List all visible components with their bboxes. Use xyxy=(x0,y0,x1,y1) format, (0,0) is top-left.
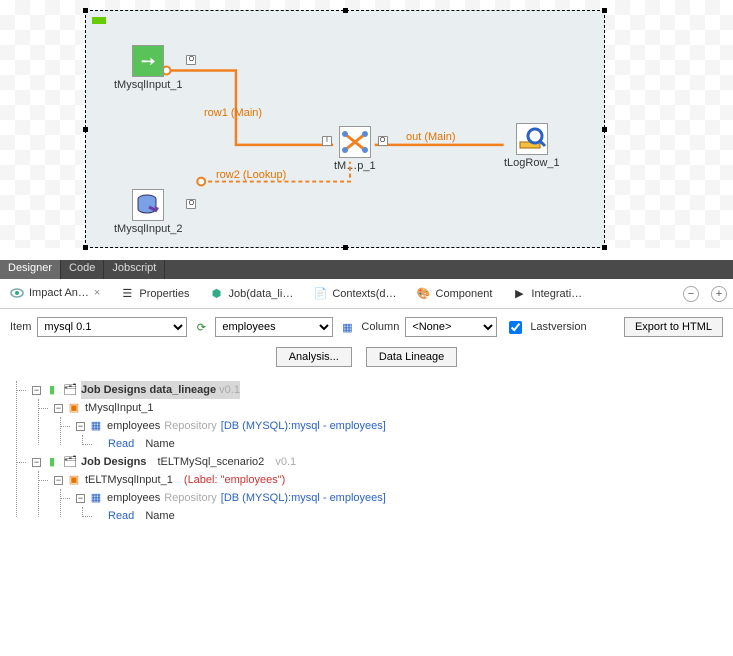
expand-toggle[interactable]: − xyxy=(32,458,41,467)
expand-toggle[interactable]: − xyxy=(76,422,85,431)
view-job[interactable]: ⬢ Job(data_li… xyxy=(206,283,298,305)
view-tabbar: Impact An… × ☰ Properties ⬢ Job(data_li…… xyxy=(0,279,733,309)
tree-table-name[interactable]: employees xyxy=(107,489,160,507)
refresh-icon[interactable]: ⟳ xyxy=(193,319,209,335)
tree-op: Read xyxy=(108,435,134,453)
analysis-button[interactable]: Analysis... xyxy=(276,347,352,367)
tree-jobdesigns-label: Job Designs xyxy=(81,453,146,471)
tab-jobscript[interactable]: Jobscript xyxy=(104,260,165,279)
tab-code[interactable]: Code xyxy=(61,260,104,279)
job-designs-icon: 🗂 xyxy=(63,456,77,468)
job-designs-icon: 🗂 xyxy=(63,384,77,396)
flow-label-out: out (Main) xyxy=(406,131,456,143)
result-tree[interactable]: − ▮ 🗂 Job Designs data_lineage v0.1 − ▣ … xyxy=(0,377,733,545)
eye-icon xyxy=(10,286,24,300)
integration-icon: ▶ xyxy=(512,287,526,301)
tree-component-name[interactable]: tMysqlInput_1 xyxy=(85,399,153,417)
indicator-icon: ▮ xyxy=(45,384,59,396)
output-port[interactable]: O xyxy=(378,136,388,146)
db-cylinder-icon xyxy=(132,189,164,221)
tree-db-source: [DB (MYSQL):mysql - employees] xyxy=(221,489,386,507)
view-label: Job(data_li… xyxy=(229,288,294,300)
logrow-icon xyxy=(516,123,548,155)
export-html-button[interactable]: Export to HTML xyxy=(624,317,723,337)
tree-job-name: data_lineage xyxy=(149,384,216,396)
expand-toggle[interactable]: − xyxy=(76,494,85,503)
action-button-row: Analysis... Data Lineage xyxy=(0,345,733,377)
node-label: tMysqlInput_1 xyxy=(114,79,182,91)
node-tmysqlinput-2[interactable]: tMysqlInput_2 O xyxy=(114,189,182,235)
component-icon: ▣ xyxy=(67,402,81,414)
view-properties[interactable]: ☰ Properties xyxy=(116,283,193,305)
tree-component-extra: (Label: "employees") xyxy=(184,471,285,489)
contexts-icon: 📄 xyxy=(313,287,327,301)
node-tmap[interactable]: I O tM…p_1 xyxy=(334,126,376,172)
table-icon: ▦ xyxy=(89,420,103,432)
data-lineage-button[interactable]: Data Lineage xyxy=(366,347,457,367)
view-integration[interactable]: ▶ Integrati… xyxy=(508,283,586,305)
view-impact-analysis[interactable]: Impact An… × xyxy=(6,282,104,306)
expand-toggle[interactable]: − xyxy=(54,476,63,485)
minimize-button[interactable]: − xyxy=(683,286,699,302)
node-tlogrow[interactable]: tLogRow_1 xyxy=(504,123,560,169)
output-port[interactable]: O xyxy=(186,199,196,209)
tree-job-version: v0.1 xyxy=(275,453,296,471)
column-select[interactable]: <None> xyxy=(405,317,497,337)
node-tmysqlinput-1[interactable]: ➙ tMysqlInput_1 O xyxy=(114,45,182,91)
tree-component-name[interactable]: tELTMysqlInput_1 xyxy=(85,471,173,489)
lastversion-label: Lastversion xyxy=(530,321,586,333)
palette-icon: 🎨 xyxy=(417,287,431,301)
design-canvas-area: ➙ tMysqlInput_1 O tMysqlInput_2 O I O tM… xyxy=(0,0,733,248)
tmap-icon xyxy=(339,126,371,158)
tree-repo-label: Repository xyxy=(164,417,217,435)
view-component[interactable]: 🎨 Component xyxy=(413,283,497,305)
tree-op: Read xyxy=(108,507,134,525)
job-icon: ⬢ xyxy=(210,287,224,301)
view-label: Contexts(d… xyxy=(332,288,396,300)
tab-designer[interactable]: Designer xyxy=(0,260,61,279)
node-label: tM…p_1 xyxy=(334,160,376,172)
node-label: tLogRow_1 xyxy=(504,157,560,169)
item-label: Item xyxy=(10,321,31,333)
flow-label-row1: row1 (Main) xyxy=(204,107,262,119)
expand-toggle[interactable]: − xyxy=(54,404,63,413)
view-label: Impact An… xyxy=(29,287,89,299)
tree-repo-label: Repository xyxy=(164,489,217,507)
maximize-button[interactable]: + xyxy=(711,286,727,302)
db-input-icon: ➙ xyxy=(132,45,164,77)
column-label: Column xyxy=(361,321,399,333)
tree-job-name[interactable]: tELTMySql_scenario2 xyxy=(157,453,264,471)
item-select[interactable]: mysql 0.1 xyxy=(37,317,187,337)
input-port[interactable]: I xyxy=(322,136,332,146)
close-icon[interactable]: × xyxy=(94,287,100,299)
properties-icon: ☰ xyxy=(120,287,134,301)
tree-col: Name xyxy=(145,507,174,525)
tree-job-version: v0.1 xyxy=(219,384,240,396)
table-icon: ▦ xyxy=(89,492,103,504)
view-label: Integrati… xyxy=(531,288,582,300)
expand-toggle[interactable]: − xyxy=(32,386,41,395)
editor-tabbar: Designer Code Jobscript xyxy=(0,260,733,279)
view-contexts[interactable]: 📄 Contexts(d… xyxy=(309,283,400,305)
tree-db-source: [DB (MYSQL):mysql - employees] xyxy=(221,417,386,435)
tree-jobdesigns-label: Job Designs xyxy=(81,384,146,396)
node-label: tMysqlInput_2 xyxy=(114,223,182,235)
filter-toolbar: Item mysql 0.1 ⟳ employees ▦ Column <Non… xyxy=(0,309,733,345)
flow-label-row2: row2 (Lookup) xyxy=(216,169,286,181)
tree-col: Name xyxy=(145,435,174,453)
component-icon: ▣ xyxy=(67,474,81,486)
view-label: Properties xyxy=(139,288,189,300)
table-select[interactable]: employees xyxy=(215,317,333,337)
canvas-status-tag xyxy=(92,17,106,24)
job-canvas[interactable]: ➙ tMysqlInput_1 O tMysqlInput_2 O I O tM… xyxy=(85,10,605,248)
indicator-icon: ▮ xyxy=(45,456,59,468)
view-label: Component xyxy=(436,288,493,300)
output-port[interactable]: O xyxy=(186,55,196,65)
tree-table-name[interactable]: employees xyxy=(107,417,160,435)
lastversion-checkbox[interactable] xyxy=(509,321,522,334)
grid-icon[interactable]: ▦ xyxy=(339,319,355,335)
